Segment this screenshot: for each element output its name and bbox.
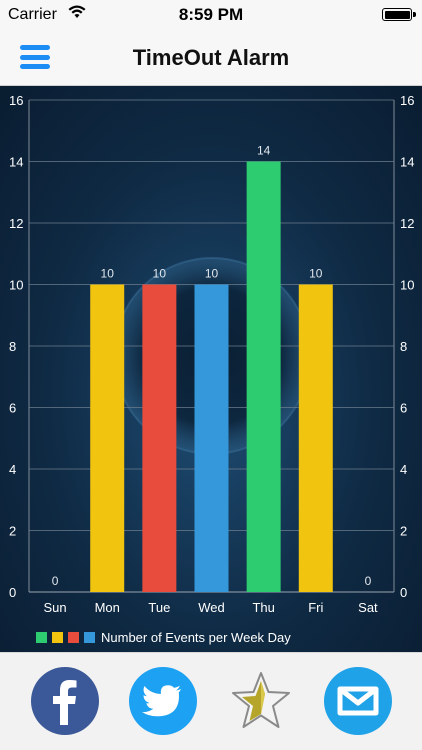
bar-value-label: 10 [101,267,115,281]
bar-value-label: 10 [205,267,219,281]
y-tick-label-right: 16 [400,93,414,108]
mailbox-button[interactable] [324,667,392,735]
y-tick-label-right: 8 [400,339,407,354]
x-tick-label: Tue [148,600,170,615]
bar-wed[interactable] [194,284,229,593]
social-bar [0,652,422,750]
x-tick-label: Sat [358,600,378,615]
nav-bar: TimeOut Alarm [0,30,422,86]
bar-value-label: 10 [153,267,167,281]
y-tick-label-left: 12 [9,216,23,231]
y-tick-label-left: 16 [9,93,23,108]
y-tick-label-right: 0 [400,585,407,600]
page-title: TimeOut Alarm [132,45,290,70]
x-tick-label: Thu [252,600,274,615]
favorite-button[interactable] [227,667,295,735]
battery-icon [382,8,416,21]
y-tick-label-left: 4 [9,462,16,477]
legend-swatch [68,632,79,643]
bar-value-label: 10 [309,267,323,281]
legend-swatch [36,632,47,643]
x-tick-label: Fri [308,600,323,615]
bar-value-label: 0 [365,574,372,588]
legend-swatch [84,632,95,643]
y-tick-label-right: 2 [400,524,407,539]
bar-fri[interactable] [298,284,333,593]
facebook-icon [53,680,77,725]
y-tick-label-left: 2 [9,524,16,539]
bar-mon[interactable] [90,284,125,593]
y-tick-label-right: 6 [400,401,407,416]
y-tick-label-left: 14 [9,155,23,170]
y-tick-label-right: 12 [400,216,414,231]
status-time: 8:59 PM [178,5,244,24]
twitter-button[interactable] [129,667,197,735]
legend-swatch [52,632,63,643]
y-tick-label-left: 6 [9,401,16,416]
bar-value-label: 0 [52,574,59,588]
chart-area: 0 0 2 2 4 4 6 6 8 8 10 10 12 12 14 14 16 16 0 Sun 10 Mon 10 Tue… [0,86,422,652]
twitter-icon [142,685,181,717]
bar-value-label: 14 [257,144,271,158]
facebook-button[interactable] [31,667,99,735]
bar-thu[interactable] [246,161,281,593]
status-bar: Carrier 8:59 PM [0,0,422,30]
bar-chart: 0 0 2 2 4 4 6 6 8 8 10 10 12 12 14 14 16 16 0 Sun 10 Mon 10 Tue… [9,93,414,645]
x-tick-label: Wed [198,600,225,615]
y-tick-label-right: 10 [400,278,414,293]
x-tick-label: Sun [44,600,67,615]
y-tick-label-left: 8 [9,339,16,354]
y-tick-label-left: 10 [9,278,23,293]
bar-tue[interactable] [142,284,177,593]
mailbox-icon [337,686,379,716]
x-tick-label: Mon [95,600,120,615]
y-tick-label-right: 14 [400,155,414,170]
y-tick-label-left: 0 [9,585,16,600]
legend-label: Number of Events per Week Day [101,630,291,645]
y-tick-label-right: 4 [400,462,407,477]
star-icon [232,672,290,728]
